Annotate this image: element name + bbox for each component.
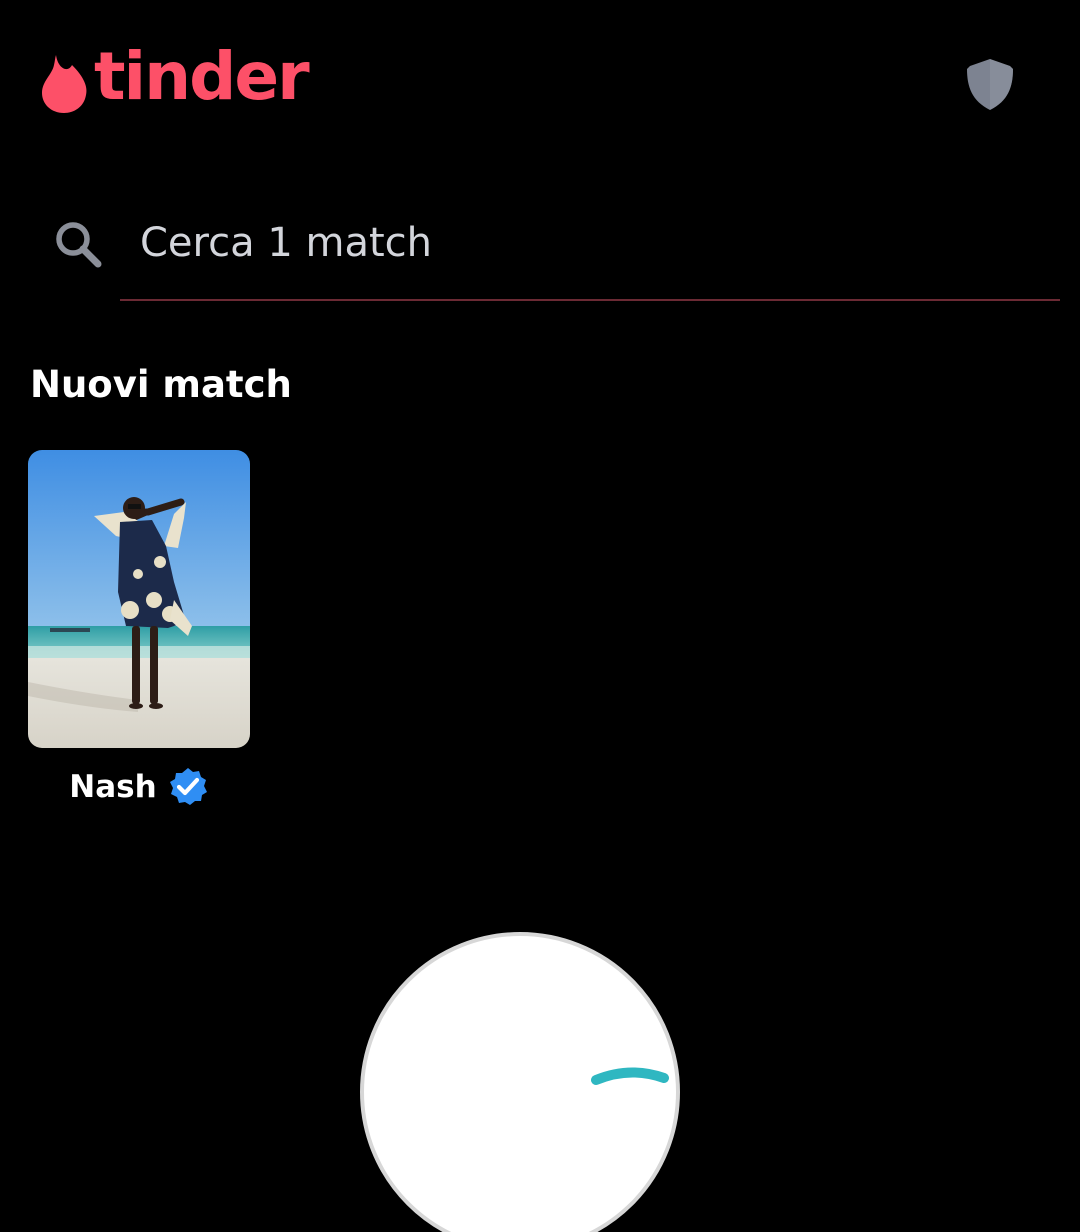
search-input[interactable] [140,212,1040,274]
empty-state-illustration [360,932,680,1232]
search-underline [120,299,1060,301]
section-title-new-matches: Nuovi match [30,363,292,406]
flame-icon [42,55,87,113]
match-photo [28,450,250,748]
match-name: Nash [69,769,157,805]
shield-icon[interactable] [962,57,1018,113]
match-name-row[interactable]: Nash [28,766,250,808]
match-card[interactable] [28,450,250,748]
verified-badge-icon [169,768,207,805]
logo-wordmark: tinder [94,38,310,115]
search-bar [0,200,1080,304]
tinder-logo[interactable]: tinder [38,44,310,118]
search-icon [56,222,102,268]
app-header: tinder [0,0,1080,170]
